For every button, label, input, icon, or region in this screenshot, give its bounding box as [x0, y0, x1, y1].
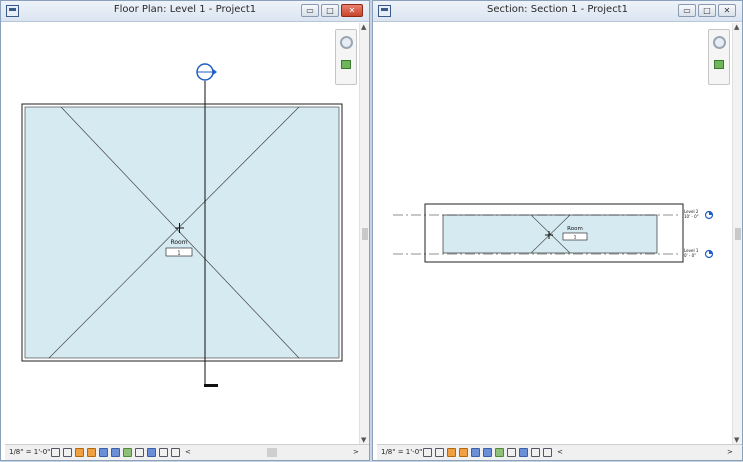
view-scale[interactable]: 1/8" = 1'-0" [381, 448, 422, 456]
vertical-scrollbar[interactable]: ▲ ▼ [359, 23, 369, 444]
zoom-icon[interactable] [714, 60, 724, 69]
floor-plan-drawing[interactable]: Room 1 [1, 1, 371, 462]
level-1-elevation[interactable]: 0' - 0" [684, 253, 696, 258]
temporary-hide-icon[interactable] [123, 448, 132, 457]
scroll-down-icon[interactable]: ▼ [734, 436, 739, 444]
show-crop-region-icon[interactable] [111, 448, 120, 457]
analytical-model-icon[interactable] [519, 448, 528, 457]
show-crop-region-icon[interactable] [483, 448, 492, 457]
visual-style-icon[interactable] [63, 448, 72, 457]
view-control-bar: 1/8" = 1'-0" < > [5, 444, 369, 460]
scroll-right-icon[interactable]: > [727, 448, 733, 456]
reveal-hidden-icon[interactable] [135, 448, 144, 457]
reveal-constraints-icon[interactable] [171, 448, 180, 457]
scroll-right-icon[interactable]: > [353, 448, 359, 456]
crop-view-icon[interactable] [99, 448, 108, 457]
analytical-model-icon[interactable] [147, 448, 156, 457]
view-scale[interactable]: 1/8" = 1'-0" [9, 448, 50, 456]
shadows-icon[interactable] [459, 448, 468, 457]
level-head-fill [709, 250, 713, 254]
highlight-displacement-icon[interactable] [531, 448, 540, 457]
room-section-region[interactable] [442, 214, 658, 254]
scroll-left-icon[interactable]: < [185, 448, 191, 456]
scroll-left-icon[interactable]: < [557, 448, 563, 456]
scroll-down-icon[interactable]: ▼ [361, 436, 366, 444]
room-region[interactable] [24, 106, 340, 359]
vertical-scrollbar[interactable]: ▲ ▼ [732, 23, 742, 444]
section-drawing[interactable]: Room 1 Level 2 10' - 0" Level 1 0' - 0" [373, 1, 743, 462]
horizontal-scroll-thumb[interactable] [267, 448, 277, 457]
room-number-tag[interactable]: 1 [574, 235, 577, 241]
detail-level-icon[interactable] [423, 448, 432, 457]
level-2-elevation[interactable]: 10' - 0" [684, 214, 699, 219]
navigation-bar[interactable] [335, 29, 357, 85]
steering-wheel-icon[interactable] [713, 36, 726, 49]
room-name-tag[interactable]: Room [567, 226, 583, 232]
section-tail[interactable] [204, 384, 218, 387]
sun-path-icon[interactable] [75, 448, 84, 457]
scroll-thumb[interactable] [362, 228, 368, 240]
highlight-displacement-icon[interactable] [159, 448, 168, 457]
temporary-hide-icon[interactable] [495, 448, 504, 457]
reveal-hidden-icon[interactable] [507, 448, 516, 457]
level-head-fill [709, 211, 713, 215]
steering-wheel-icon[interactable] [340, 36, 353, 49]
visual-style-icon[interactable] [435, 448, 444, 457]
view-control-bar: 1/8" = 1'-0" < > [377, 444, 742, 460]
sun-path-icon[interactable] [447, 448, 456, 457]
scroll-thumb[interactable] [735, 228, 741, 240]
scroll-up-icon[interactable]: ▲ [734, 23, 739, 31]
section-direction-arrow-icon[interactable] [213, 69, 217, 75]
zoom-icon[interactable] [341, 60, 351, 69]
scroll-up-icon[interactable]: ▲ [361, 23, 366, 31]
floor-plan-window[interactable]: Floor Plan: Level 1 - Project1 ▭ □ ✕ Roo… [0, 0, 370, 461]
room-name-tag[interactable]: Room [170, 239, 187, 246]
navigation-bar[interactable] [708, 29, 730, 85]
shadows-icon[interactable] [87, 448, 96, 457]
room-number-tag[interactable]: 1 [177, 251, 180, 257]
detail-level-icon[interactable] [51, 448, 60, 457]
section-window[interactable]: Section: Section 1 - Project1 ▭ □ ✕ Room… [372, 0, 743, 461]
reveal-constraints-icon[interactable] [543, 448, 552, 457]
crop-view-icon[interactable] [471, 448, 480, 457]
